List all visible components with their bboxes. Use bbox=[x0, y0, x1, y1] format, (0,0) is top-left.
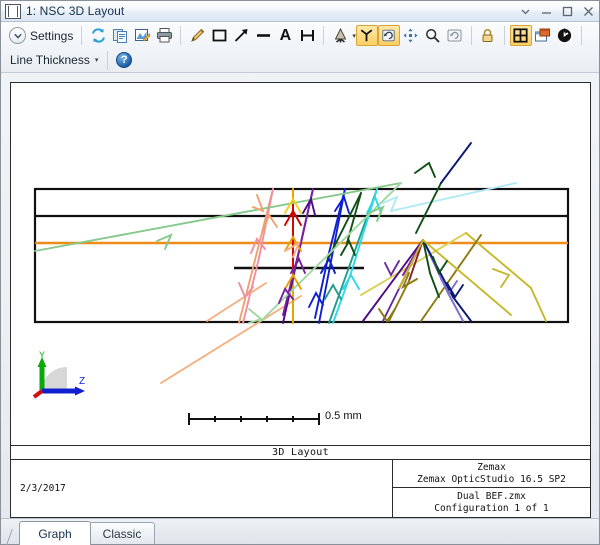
optic-geometry bbox=[35, 189, 568, 322]
pencil-annotate-icon[interactable] bbox=[186, 25, 208, 46]
graph-footer-date: 2/3/2017 bbox=[11, 460, 393, 517]
graph-footer-file: Dual BEF.zmx Configuration 1 of 1 bbox=[393, 488, 590, 517]
window-title-bar: 1: NSC 3D Layout bbox=[1, 1, 599, 22]
maximize-button[interactable] bbox=[557, 1, 578, 21]
settings-label: Settings bbox=[30, 29, 73, 43]
bottom-tab-bar: Graph Classic bbox=[1, 518, 599, 544]
graph-footer: 3D Layout 2/3/2017 Zemax Zemax OpticStud… bbox=[11, 445, 590, 517]
print-icon[interactable] bbox=[153, 25, 175, 46]
rotate-icon[interactable] bbox=[378, 25, 400, 46]
zoom-icon[interactable] bbox=[422, 25, 444, 46]
arrow-icon[interactable] bbox=[230, 25, 252, 46]
fit-window-icon[interactable] bbox=[510, 25, 532, 46]
toolbar-separator bbox=[323, 26, 324, 45]
line-thickness-button[interactable]: Line Thickness ▾ bbox=[6, 52, 102, 68]
tab-classic[interactable]: Classic bbox=[89, 522, 155, 544]
window-controls bbox=[515, 1, 599, 22]
chevron-down-icon bbox=[9, 27, 26, 44]
dimension-line-icon[interactable] bbox=[296, 25, 318, 46]
dropdown-arrow-button[interactable] bbox=[515, 1, 536, 21]
file-line-1: Dual BEF.zmx bbox=[457, 491, 526, 503]
nsc-3d-layout-window: 1: NSC 3D Layout Settings bbox=[0, 0, 600, 545]
graph-footer-title: 3D Layout bbox=[11, 445, 590, 460]
view-preset-icon[interactable] bbox=[329, 25, 351, 46]
axis-tripod-icon[interactable] bbox=[356, 25, 378, 46]
toolbar: Settings bbox=[1, 22, 599, 73]
vendor-line-2: Zemax OpticStudio 16.5 SP2 bbox=[417, 474, 566, 486]
copy-icon[interactable] bbox=[109, 25, 131, 46]
toolbar-separator bbox=[107, 51, 108, 70]
lock-icon[interactable] bbox=[477, 25, 499, 46]
refresh-icon[interactable] bbox=[87, 25, 109, 46]
settings-button[interactable]: Settings bbox=[6, 26, 76, 45]
pan-icon[interactable] bbox=[400, 25, 422, 46]
toolbar-separator bbox=[471, 26, 472, 45]
line-thickness-label: Line Thickness bbox=[10, 53, 90, 67]
detach-window-icon[interactable] bbox=[532, 25, 554, 46]
minimize-button[interactable] bbox=[536, 1, 557, 21]
scale-bar: 0.5 mm bbox=[183, 408, 413, 430]
close-button[interactable] bbox=[578, 1, 599, 21]
save-graphic-icon[interactable] bbox=[131, 25, 153, 46]
chevron-down-icon: ▾ bbox=[95, 56, 99, 64]
graph-panel[interactable]: Y Z 0.5 mm 3D Layout bbox=[10, 82, 591, 518]
window-title: 1: NSC 3D Layout bbox=[26, 4, 124, 18]
file-line-2: Configuration 1 of 1 bbox=[434, 503, 548, 515]
graph-footer-vendor: Zemax Zemax OpticStudio 16.5 SP2 bbox=[393, 460, 590, 488]
svg-text:Y: Y bbox=[39, 351, 45, 360]
power-refresh-icon[interactable] bbox=[554, 25, 576, 46]
toolbar-separator bbox=[180, 26, 181, 45]
vendor-line-1: Zemax bbox=[477, 462, 506, 474]
toolbar-separator bbox=[504, 26, 505, 45]
help-button[interactable]: ? bbox=[113, 50, 135, 71]
text-icon[interactable]: A bbox=[274, 25, 296, 46]
ray-bundle bbox=[35, 143, 546, 383]
help-icon: ? bbox=[116, 52, 132, 68]
tab-graph[interactable]: Graph bbox=[19, 521, 91, 545]
axis-indicator: Y Z bbox=[29, 351, 93, 399]
scale-bar-label: 0.5 mm bbox=[325, 410, 362, 422]
line-icon[interactable] bbox=[252, 25, 274, 46]
reset-view-icon[interactable] bbox=[444, 25, 466, 46]
toolbar-separator bbox=[581, 26, 582, 45]
layout-window-icon bbox=[5, 4, 21, 19]
toolbar-separator bbox=[81, 26, 82, 45]
rectangle-icon[interactable] bbox=[208, 25, 230, 46]
svg-text:Z: Z bbox=[79, 376, 85, 387]
